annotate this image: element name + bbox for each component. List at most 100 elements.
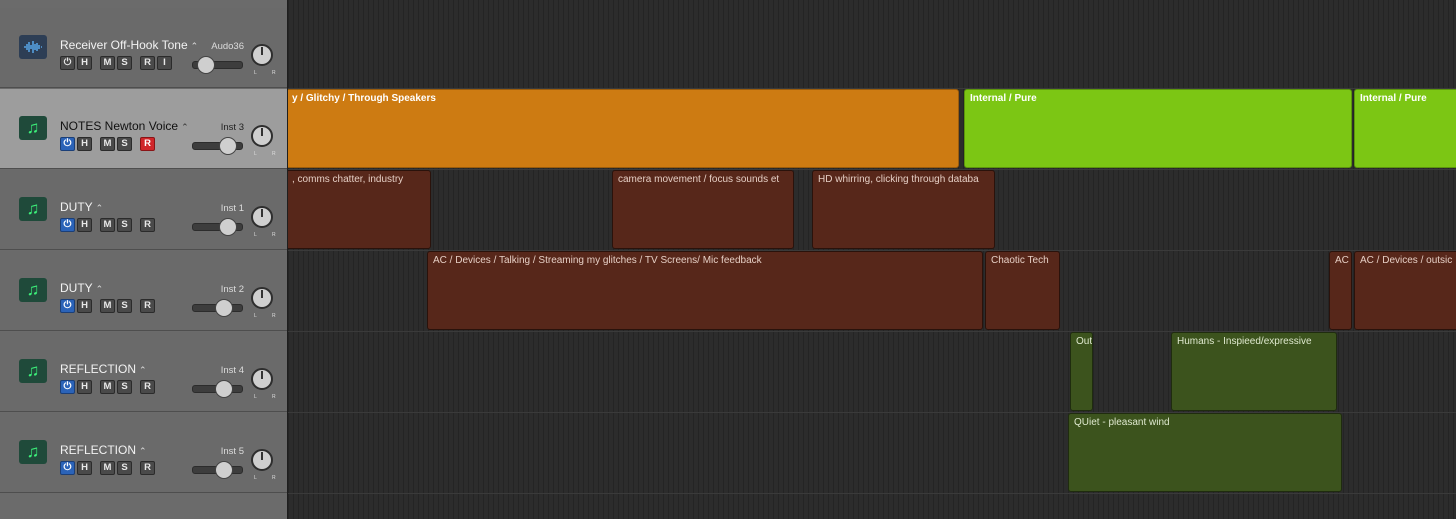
track-buttons: ⏻ H M S R I [60,56,172,70]
track-buttons: ⏻ H M S R [60,461,155,475]
region-quiet-pleasant-wind[interactable]: QUiet - pleasant wind [1068,413,1342,492]
track-name[interactable]: REFLECTION ⌃ [60,443,147,457]
solo-button[interactable]: S [117,380,132,394]
channel-label: Inst 4 [220,365,244,376]
region-ac-devices-talking[interactable]: AC / Devices / Talking / Streaming my gl… [427,251,983,330]
pan-knob[interactable] [251,125,273,147]
track-header-notes-newton-voice[interactable]: ♫ NOTES Newton Voice ⌃ Inst 3 ⏻ H M S R L… [0,89,287,169]
region-internal-pure[interactable]: Internal / Pure [964,89,1352,168]
volume-slider[interactable] [192,56,243,74]
track-buttons: ⏻ H M S R [60,299,155,313]
hide-button[interactable]: H [77,380,92,394]
region-out[interactable]: Out [1070,332,1093,411]
hide-button[interactable]: H [77,56,92,70]
track-header-duty-1[interactable]: ♫ DUTY ⌃ Inst 1 ⏻ H M S R L R [0,170,287,250]
track-name[interactable]: NOTES Newton Voice ⌃ [60,119,189,133]
channel-label: Audo36 [211,41,244,52]
pan-lr-label: L R [254,394,283,400]
mute-button[interactable]: M [100,56,115,70]
power-button[interactable]: ⏻ [60,299,75,313]
updown-chevron-icon[interactable]: ⌃ [181,122,189,132]
input-monitor-button[interactable]: I [157,56,172,70]
music-note-icon: ♫ [19,197,47,221]
music-note-icon: ♫ [19,440,47,464]
track-header-receiver[interactable]: Receiver Off-Hook Tone ⌃ Audo36 ⏻ H M S R… [0,8,287,88]
track-name[interactable]: DUTY ⌃ [60,200,103,214]
lane-divider [288,493,1456,494]
pan-lr-label: L R [254,70,283,76]
region-chaotic-tech[interactable]: Chaotic Tech [985,251,1060,330]
power-button[interactable]: ⏻ [60,218,75,232]
updown-chevron-icon[interactable]: ⌃ [139,446,147,456]
channel-label: Inst 2 [220,284,244,295]
music-note-icon: ♫ [19,278,47,302]
volume-slider-knob[interactable] [215,380,233,398]
pan-knob[interactable] [251,206,273,228]
updown-chevron-icon[interactable]: ⌃ [96,284,104,294]
volume-slider[interactable] [192,218,243,236]
record-enable-button[interactable]: R [140,461,155,475]
updown-chevron-icon[interactable]: ⌃ [191,41,199,51]
record-enable-button[interactable]: R [140,137,155,151]
volume-slider[interactable] [192,137,243,155]
solo-button[interactable]: S [117,461,132,475]
track-name[interactable]: DUTY ⌃ [60,281,103,295]
region-internal-pure[interactable]: Internal / Pure [1354,89,1456,168]
track-name[interactable]: Receiver Off-Hook Tone ⌃ [60,38,198,52]
mute-button[interactable]: M [100,218,115,232]
record-enable-button[interactable]: R [140,56,155,70]
power-button[interactable]: ⏻ [60,380,75,394]
track-buttons: ⏻ H M S R [60,218,155,232]
pan-knob[interactable] [251,44,273,66]
solo-button[interactable]: S [117,56,132,70]
volume-slider[interactable] [192,461,243,479]
pan-knob[interactable] [251,368,273,390]
mute-button[interactable]: M [100,137,115,151]
region-ac[interactable]: AC [1329,251,1352,330]
waveform-icon [19,35,47,59]
region-glitchy-through-speakers[interactable]: y / Glitchy / Through Speakers [288,89,959,168]
updown-chevron-icon[interactable]: ⌃ [96,203,104,213]
track-headers: Receiver Off-Hook Tone ⌃ Audo36 ⏻ H M S R… [0,0,288,519]
updown-chevron-icon[interactable]: ⌃ [139,365,147,375]
volume-slider[interactable] [192,299,243,317]
pan-knob[interactable] [251,449,273,471]
region-humans-expressive[interactable]: Humans - Inspieed/expressive [1171,332,1337,411]
channel-label: Inst 1 [220,203,244,214]
region-hd-whirring[interactable]: HD whirring, clicking through databa [812,170,995,249]
mute-button[interactable]: M [100,380,115,394]
record-enable-button[interactable]: R [140,218,155,232]
power-button[interactable]: ⏻ [60,56,75,70]
arrange-area[interactable]: y / Glitchy / Through Speakers Internal … [288,0,1456,519]
hide-button[interactable]: H [77,218,92,232]
track-header-reflection-1[interactable]: ♫ REFLECTION ⌃ Inst 4 ⏻ H M S R L R [0,332,287,412]
volume-slider-knob[interactable] [197,56,215,74]
volume-slider-knob[interactable] [215,461,233,479]
region-ac-devices-outside[interactable]: AC / Devices / outsic [1354,251,1456,330]
channel-label: Inst 3 [220,122,244,133]
hide-button[interactable]: H [77,299,92,313]
volume-slider-knob[interactable] [219,218,237,236]
pan-knob[interactable] [251,287,273,309]
region-camera-movement[interactable]: camera movement / focus sounds et [612,170,794,249]
track-header-reflection-2[interactable]: ♫ REFLECTION ⌃ Inst 5 ⏻ H M S R L R [0,413,287,493]
track-name[interactable]: REFLECTION ⌃ [60,362,147,376]
power-button[interactable]: ⏻ [60,137,75,151]
volume-slider-knob[interactable] [219,137,237,155]
solo-button[interactable]: S [117,299,132,313]
pan-lr-label: L R [254,151,283,157]
hide-button[interactable]: H [77,461,92,475]
volume-slider[interactable] [192,380,243,398]
hide-button[interactable]: H [77,137,92,151]
track-header-duty-2[interactable]: ♫ DUTY ⌃ Inst 2 ⏻ H M S R L R [0,251,287,331]
mute-button[interactable]: M [100,461,115,475]
region-comms-chatter[interactable]: , comms chatter, industry [288,170,431,249]
power-button[interactable]: ⏻ [60,461,75,475]
solo-button[interactable]: S [117,137,132,151]
record-enable-button[interactable]: R [140,380,155,394]
track-buttons: ⏻ H M S R [60,380,155,394]
volume-slider-knob[interactable] [215,299,233,317]
mute-button[interactable]: M [100,299,115,313]
solo-button[interactable]: S [117,218,132,232]
record-enable-button[interactable]: R [140,299,155,313]
